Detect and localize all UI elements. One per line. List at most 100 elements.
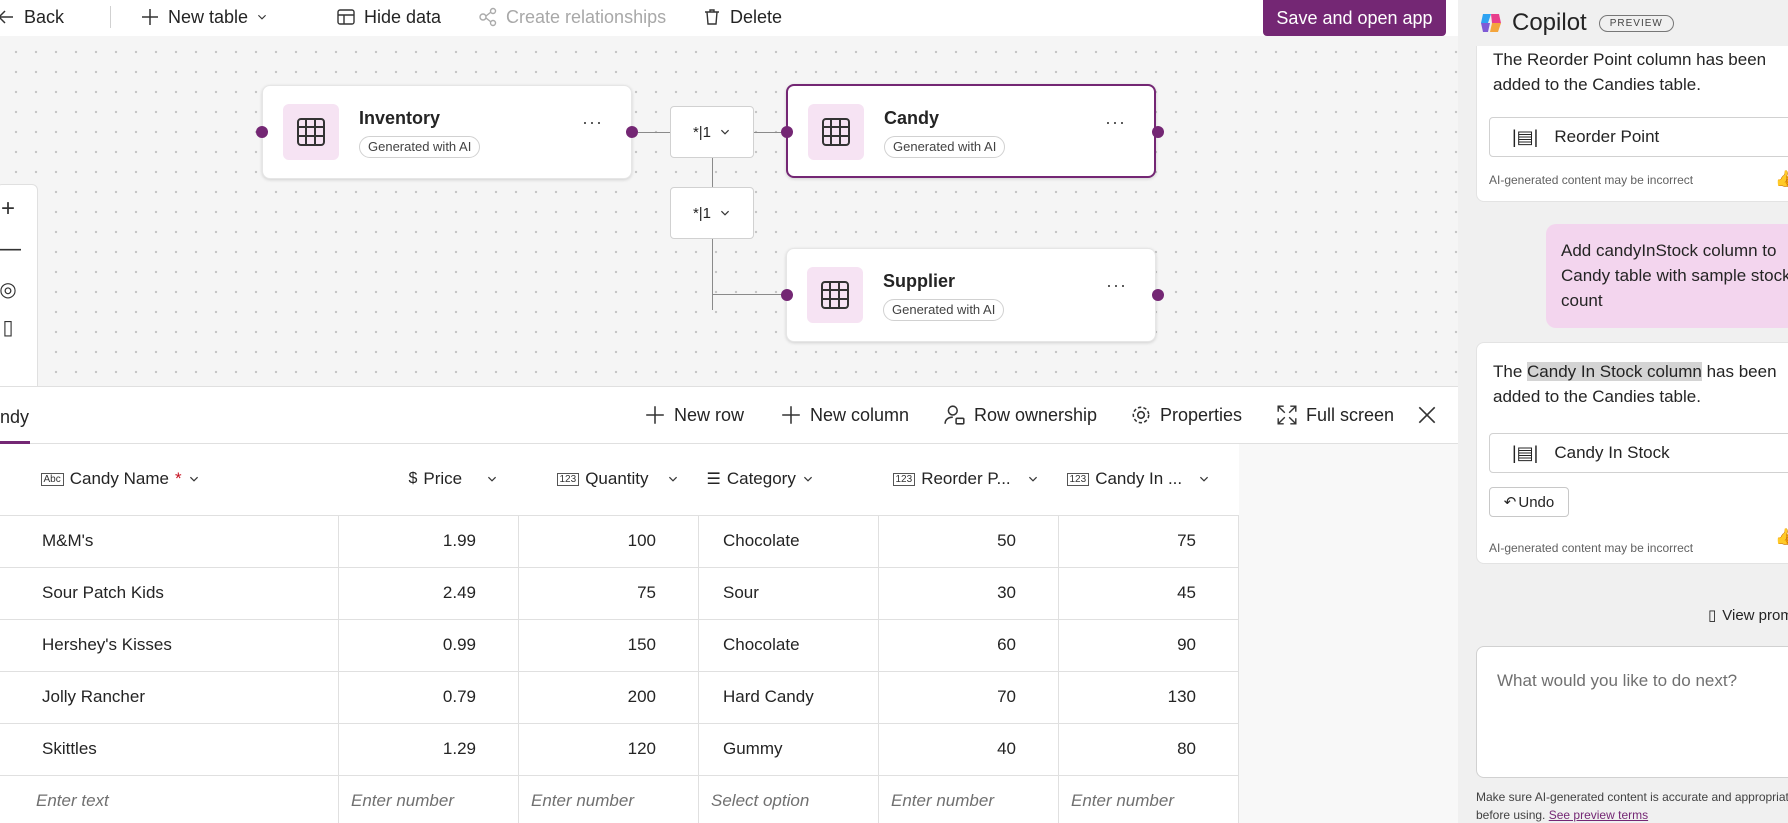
relationship-selector[interactable]: *|1 bbox=[670, 106, 754, 158]
cell-candy-name[interactable]: Sour Patch Kids bbox=[0, 566, 339, 620]
chevron-down-icon[interactable] bbox=[802, 473, 814, 485]
cell-candy-name[interactable]: Hershey's Kisses bbox=[0, 618, 339, 672]
column-chip[interactable]: |▤| Reorder Point bbox=[1489, 117, 1788, 157]
delete-button[interactable]: Delete bbox=[702, 0, 782, 34]
cell-category[interactable]: Hard Candy bbox=[698, 670, 879, 724]
entry-reorder-point[interactable]: Enter number bbox=[878, 774, 1059, 823]
cell-reorder-point[interactable]: 40 bbox=[878, 722, 1059, 776]
entry-quantity[interactable]: Enter number bbox=[518, 774, 699, 823]
cell-quantity[interactable]: 120 bbox=[518, 722, 699, 776]
chevron-down-icon[interactable] bbox=[486, 473, 498, 485]
entry-category[interactable]: Select option bbox=[698, 774, 879, 823]
undo-button[interactable]: ↶ Undo bbox=[1489, 487, 1569, 517]
connection-handle[interactable] bbox=[781, 289, 793, 301]
zoom-out-icon[interactable]: — bbox=[0, 235, 21, 263]
column-header-candy-name[interactable]: Abc Candy Name * bbox=[0, 444, 339, 516]
properties-button[interactable]: Properties bbox=[1130, 404, 1242, 426]
chevron-down-icon[interactable] bbox=[667, 473, 679, 485]
connection-handle[interactable] bbox=[256, 126, 268, 138]
row-ownership-button[interactable]: Row ownership bbox=[944, 404, 1097, 426]
more-options-icon[interactable]: ··· bbox=[1105, 112, 1126, 133]
entity-card-supplier[interactable]: Supplier Generated with AI ··· bbox=[786, 248, 1156, 342]
cell-price[interactable]: 0.79 bbox=[338, 670, 519, 724]
cell-price[interactable]: 1.99 bbox=[338, 514, 519, 568]
cell-reorder-point[interactable]: 30 bbox=[878, 566, 1059, 620]
connection-handle[interactable] bbox=[1152, 289, 1164, 301]
cell-category[interactable]: Gummy bbox=[698, 722, 879, 776]
cell-quantity[interactable]: 75 bbox=[518, 566, 699, 620]
cell-quantity[interactable]: 100 bbox=[518, 514, 699, 568]
thumbs-up-icon[interactable]: 👍 bbox=[1775, 527, 1788, 547]
entity-card-candy[interactable]: Candy Generated with AI ··· bbox=[786, 84, 1156, 178]
cell-candy-in-stock[interactable]: 90 bbox=[1058, 618, 1239, 672]
new-row-button[interactable]: New row bbox=[644, 404, 744, 426]
cell-candy-in-stock[interactable]: 45 bbox=[1058, 566, 1239, 620]
connection-handle[interactable] bbox=[626, 126, 638, 138]
entity-card-inventory[interactable]: Inventory Generated with AI ··· bbox=[262, 85, 632, 179]
cell-candy-name[interactable]: Skittles bbox=[0, 722, 339, 776]
full-screen-button[interactable]: Full screen bbox=[1276, 404, 1394, 426]
cell-category[interactable]: Chocolate bbox=[698, 514, 879, 568]
table-row[interactable]: M&M's 1.99 100 Chocolate 50 75 bbox=[0, 514, 1239, 568]
column-icon: |▤| bbox=[1512, 126, 1539, 147]
cell-quantity[interactable]: 200 bbox=[518, 670, 699, 724]
copilot-prompt-input[interactable]: What would you like to do next? bbox=[1476, 646, 1788, 778]
table-row[interactable]: Jolly Rancher 0.79 200 Hard Candy 70 130 bbox=[0, 670, 1239, 724]
chevron-down-icon[interactable] bbox=[1027, 473, 1039, 485]
create-relationships-button[interactable]: Create relationships bbox=[478, 0, 666, 34]
prompt-book-icon: ▯ bbox=[1708, 607, 1717, 624]
column-header-category[interactable]: ☰ Category bbox=[698, 444, 879, 516]
table-row[interactable]: Skittles 1.29 120 Gummy 40 80 bbox=[0, 722, 1239, 776]
save-and-open-app-button[interactable]: Save and open app bbox=[1263, 0, 1446, 36]
required-indicator: * bbox=[174, 469, 182, 489]
preview-terms-link[interactable]: See preview terms bbox=[1549, 808, 1648, 822]
more-options-icon[interactable]: ··· bbox=[1106, 275, 1127, 296]
table-row[interactable]: Sour Patch Kids 2.49 75 Sour 30 45 bbox=[0, 566, 1239, 620]
cell-candy-in-stock[interactable]: 130 bbox=[1058, 670, 1239, 724]
close-grid-button[interactable] bbox=[1416, 404, 1438, 426]
connection-handle[interactable] bbox=[781, 126, 793, 138]
copilot-header: Copilot PREVIEW bbox=[1458, 0, 1788, 46]
column-header-candy-in-stock[interactable]: 123 Candy In ... bbox=[1058, 444, 1239, 516]
column-label: Category bbox=[726, 469, 796, 489]
cell-quantity[interactable]: 150 bbox=[518, 618, 699, 672]
table-row[interactable]: Hershey's Kisses 0.99 150 Chocolate 60 9… bbox=[0, 618, 1239, 672]
chevron-down-icon[interactable] bbox=[188, 473, 200, 485]
cell-candy-name[interactable]: Jolly Rancher bbox=[0, 670, 339, 724]
cell-price[interactable]: 1.29 bbox=[338, 722, 519, 776]
new-table-button[interactable]: New table bbox=[140, 0, 268, 34]
chevron-down-icon[interactable] bbox=[1198, 473, 1210, 485]
fit-view-icon[interactable]: ◎ bbox=[0, 277, 19, 302]
new-column-button[interactable]: New column bbox=[780, 404, 909, 426]
zoom-in-icon[interactable]: + bbox=[0, 195, 19, 223]
cell-candy-name[interactable]: M&M's bbox=[0, 514, 339, 568]
column-header-price[interactable]: $ Price bbox=[338, 444, 519, 516]
tab-candy[interactable]: ndy bbox=[0, 407, 29, 428]
cell-price[interactable]: 2.49 bbox=[338, 566, 519, 620]
new-entry-row[interactable]: Enter text Enter number Enter number Sel… bbox=[0, 774, 1239, 823]
cell-candy-in-stock[interactable]: 75 bbox=[1058, 514, 1239, 568]
thumbs-up-icon[interactable]: 👍 bbox=[1775, 169, 1788, 189]
view-prompts-button[interactable]: ▯ View prompts bbox=[1708, 606, 1788, 625]
cell-candy-in-stock[interactable]: 80 bbox=[1058, 722, 1239, 776]
entry-price[interactable]: Enter number bbox=[338, 774, 519, 823]
more-options-icon[interactable]: ··· bbox=[582, 112, 603, 133]
cell-price[interactable]: 0.99 bbox=[338, 618, 519, 672]
column-header-quantity[interactable]: 123 Quantity bbox=[518, 444, 699, 516]
minimap-icon[interactable]: ▯ bbox=[0, 315, 19, 340]
connection-handle[interactable] bbox=[1152, 126, 1164, 138]
back-button[interactable]: Back bbox=[0, 0, 64, 34]
relationship-selector[interactable]: *|1 bbox=[670, 187, 754, 239]
entry-candy-in-stock[interactable]: Enter number bbox=[1058, 774, 1239, 823]
cell-category[interactable]: Chocolate bbox=[698, 618, 879, 672]
hide-data-button[interactable]: Hide data bbox=[336, 0, 441, 34]
cell-reorder-point[interactable]: 50 bbox=[878, 514, 1059, 568]
cell-reorder-point[interactable]: 70 bbox=[878, 670, 1059, 724]
cell-reorder-point[interactable]: 60 bbox=[878, 618, 1059, 672]
diagram-canvas[interactable]: + — ◎ ▯ Inventory Generated with AI ··· … bbox=[0, 36, 1458, 404]
column-chip[interactable]: |▤| Candy In Stock bbox=[1489, 433, 1788, 473]
cell-category[interactable]: Sour bbox=[698, 566, 879, 620]
number-type-icon: 123 bbox=[1066, 472, 1090, 486]
column-header-reorder-point[interactable]: 123 Reorder P... bbox=[878, 444, 1059, 516]
entry-candy-name[interactable]: Enter text bbox=[0, 774, 339, 823]
